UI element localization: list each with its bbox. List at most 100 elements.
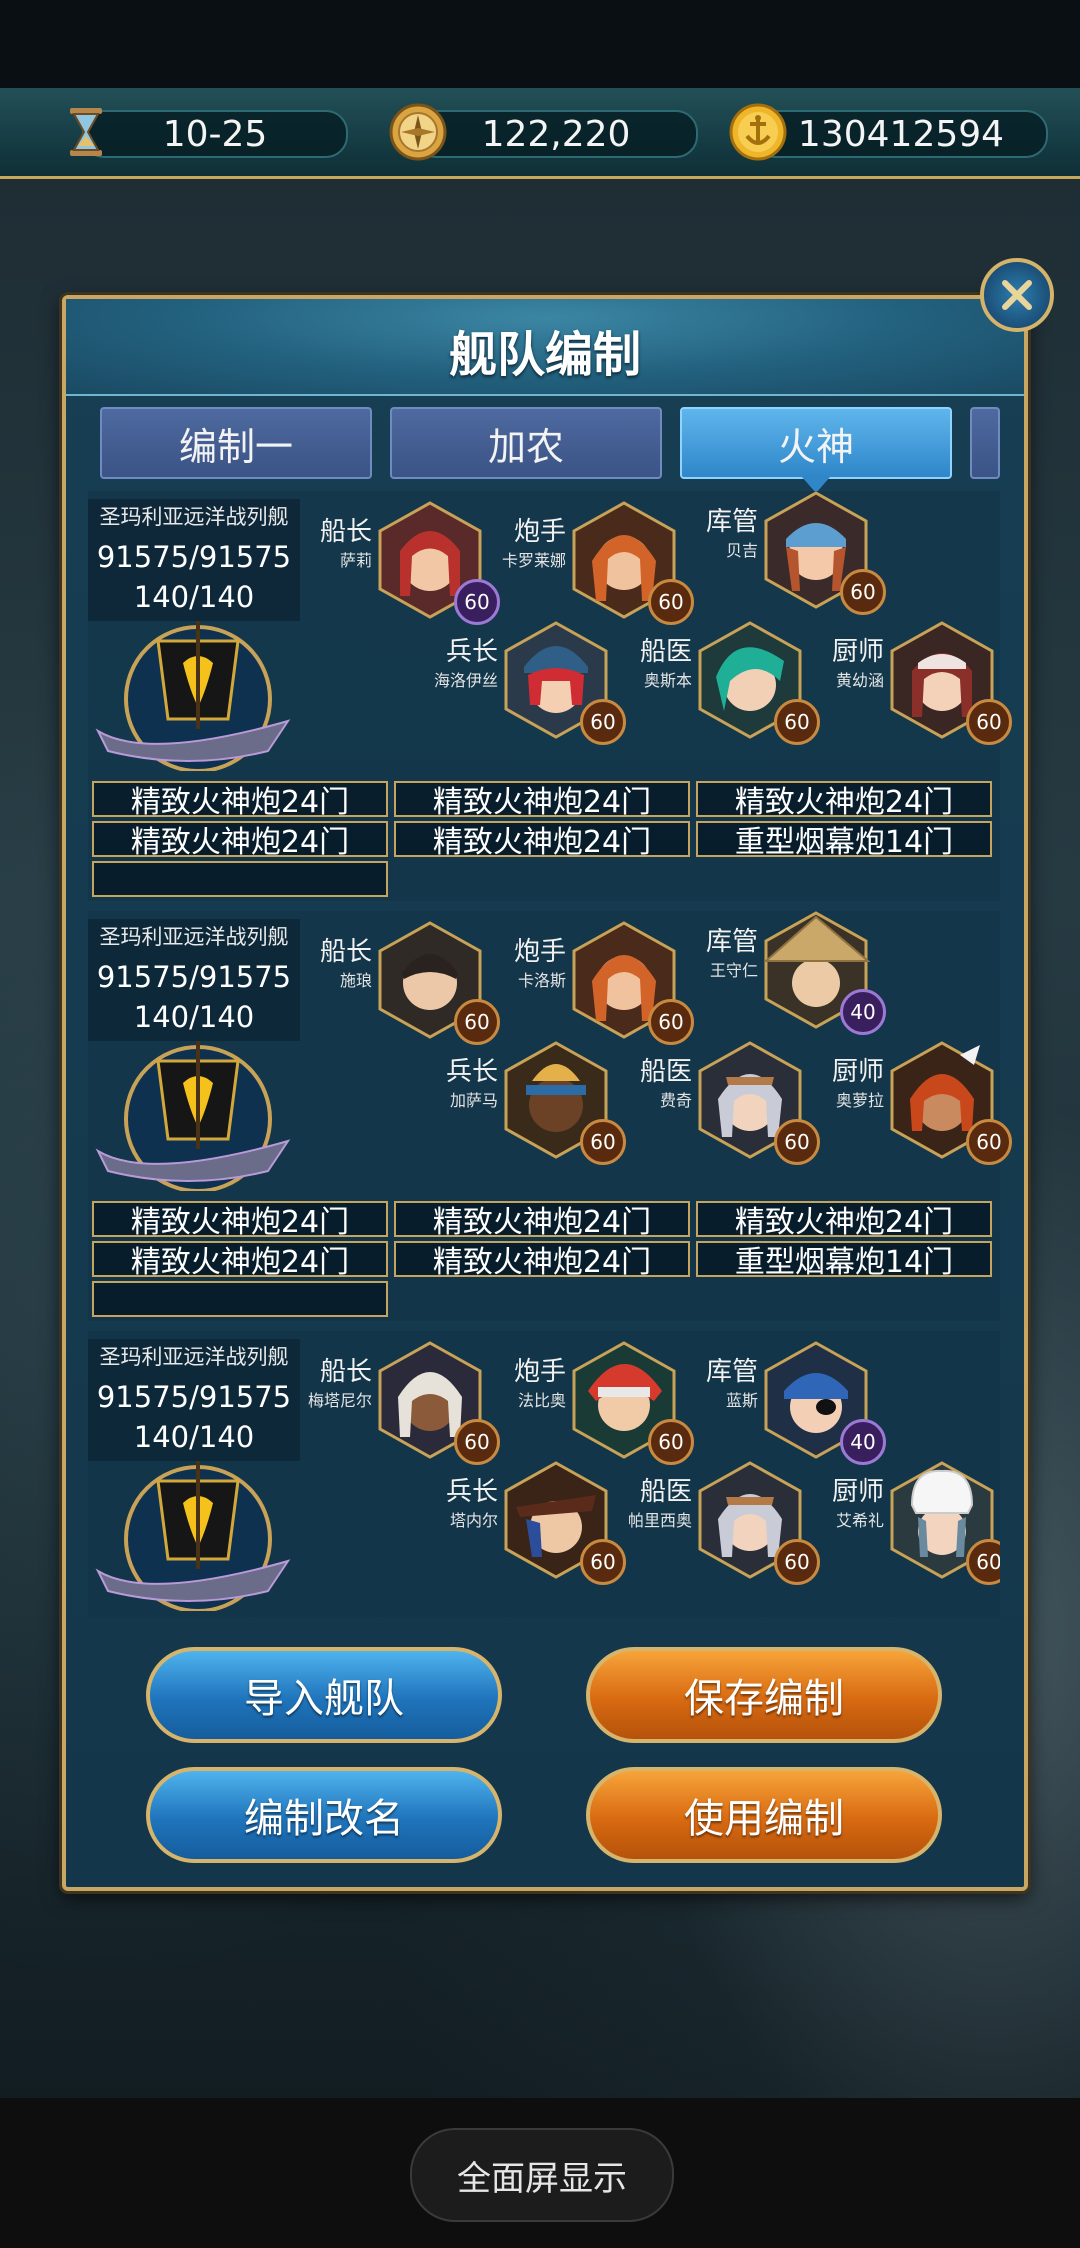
officer-level-badge: 60: [454, 1419, 500, 1465]
officer-name: 帕里西奥: [628, 1511, 693, 1530]
officer-role: 船医: [639, 1477, 692, 1507]
cannon-slot[interactable]: 精致火神炮24门: [696, 1201, 992, 1240]
ship-galleon-icon[interactable]: [88, 611, 308, 771]
hourglass-icon: [70, 108, 102, 156]
ship-info: 圣玛利亚远洋战列舰 91575/91575 140/140: [88, 1339, 300, 1461]
officer-level-badge: 60: [580, 1539, 626, 1585]
officer-level-badge: 60: [648, 579, 694, 625]
officer-quartermaster[interactable]: 库管 贝吉 60: [704, 491, 894, 615]
cannon-slot[interactable]: 精致火神炮24门: [92, 1241, 388, 1280]
tab-cannon[interactable]: 加农: [390, 407, 662, 479]
officer-role: 兵长: [445, 637, 498, 667]
officer-role: 厨师: [831, 1057, 884, 1087]
officer-role: 库管: [705, 1357, 758, 1387]
cannon-slot[interactable]: 精致火神炮24门: [394, 781, 690, 820]
officer-gunner[interactable]: 炮手 卡罗莱娜 60: [502, 501, 702, 625]
tab-label: 火神: [777, 424, 854, 469]
officer-role: 船长: [319, 517, 372, 547]
panel-title: 舰队编制: [448, 327, 641, 383]
ship-durability: 91575/91575: [96, 540, 292, 574]
officer-sergeant[interactable]: 兵长 塔内尔 60: [444, 1461, 634, 1585]
resource-compass: 122,220: [388, 102, 698, 161]
officer-level-badge: 60: [840, 569, 886, 615]
tab-vulcan[interactable]: 火神: [680, 407, 952, 493]
officer-role: 兵长: [445, 1057, 498, 1087]
cannon-slot[interactable]: 精致火神炮24门: [394, 1241, 690, 1280]
ship-info: 圣玛利亚远洋战列舰 91575/91575 140/140: [88, 499, 300, 621]
officer-quartermaster[interactable]: 库管 蓝斯 40: [704, 1341, 894, 1465]
officer-level-badge: 60: [454, 999, 500, 1045]
officer-cook[interactable]: 厨师 艾希礼 60: [830, 1461, 1000, 1585]
officer-level-badge: 60: [580, 699, 626, 745]
officer-name: 黄幼涵: [835, 671, 884, 690]
officer-gunner[interactable]: 炮手 卡洛斯 60: [512, 921, 702, 1045]
officer-role: 炮手: [513, 937, 566, 967]
cannon-slot[interactable]: 精致火神炮24门: [92, 1201, 388, 1240]
officer-level-badge: 40: [840, 1419, 886, 1465]
officer-cook[interactable]: 厨师 黄幼涵 60: [830, 621, 1020, 745]
cannon-slot[interactable]: 精致火神炮24门: [92, 781, 388, 820]
cannon-slot[interactable]: 重型烟幕炮14门: [696, 821, 992, 860]
ship-durability: 91575/91575: [96, 1380, 292, 1414]
cannon-slot-empty[interactable]: [92, 861, 388, 897]
officer-name: 奥斯本: [643, 671, 692, 690]
officer-level-badge: 60: [580, 1119, 626, 1165]
cannon-slot[interactable]: 重型烟幕炮14门: [696, 1241, 992, 1280]
fleet-slot-1[interactable]: 圣玛利亚远洋战列舰 91575/91575 140/140 船长 萨莉 60 炮…: [88, 491, 1012, 901]
officer-level-badge: 60: [774, 1539, 820, 1585]
import-fleet-button[interactable]: 导入舰队: [146, 1647, 502, 1743]
officer-role: 厨师: [831, 1477, 884, 1507]
gold-anchor-coin-icon: [729, 103, 787, 161]
fleet-slot-2[interactable]: 圣玛利亚远洋战列舰 91575/91575 140/140 船长 施琅 60 炮…: [88, 911, 1012, 1321]
tab-next-partial[interactable]: [970, 407, 1000, 479]
officer-sergeant[interactable]: 兵长 加萨马 60: [444, 1041, 634, 1165]
compass-icon: [389, 103, 447, 161]
tab-formation-1[interactable]: 编制一: [100, 407, 372, 479]
officer-level-badge: 60: [966, 699, 1012, 745]
officer-gunner[interactable]: 炮手 法比奥 60: [512, 1341, 702, 1465]
officer-captain[interactable]: 船长 梅塔尼尔 60: [308, 1341, 508, 1465]
button-label: 使用编制: [684, 1796, 844, 1842]
fleet-formation-panel: 舰队编制 编制一 加农 火神 圣玛利亚远洋战列舰 91575/91575 140…: [62, 295, 1028, 1891]
officer-name: 费奇: [659, 1091, 692, 1110]
cannon-slot[interactable]: 精致火神炮24门: [696, 781, 992, 820]
officer-name: 施琅: [339, 971, 372, 990]
officer-role: 船长: [319, 1357, 372, 1387]
officer-captain[interactable]: 船长 萨莉 60: [318, 501, 508, 625]
officer-surgeon[interactable]: 船医 费奇 60: [638, 1041, 828, 1165]
resource-time-value: 10-25: [82, 110, 348, 158]
use-formation-button[interactable]: 使用编制: [586, 1767, 942, 1863]
fleet-slot-3[interactable]: 圣玛利亚远洋战列舰 91575/91575 140/140 船长 梅塔尼尔 60…: [88, 1331, 1000, 1617]
cannon-slot[interactable]: 精致火神炮24门: [92, 821, 388, 860]
ship-name: 圣玛利亚远洋战列舰: [99, 505, 289, 529]
cannon-slot[interactable]: 精致火神炮24门: [394, 1201, 690, 1240]
officer-level-badge: 60: [648, 999, 694, 1045]
officer-surgeon[interactable]: 船医 奥斯本 60: [638, 621, 828, 745]
officer-level-badge: 60: [648, 1419, 694, 1465]
officer-captain[interactable]: 船长 施琅 60: [318, 921, 508, 1045]
officer-role: 炮手: [513, 517, 566, 547]
close-button[interactable]: [980, 258, 1054, 332]
officer-role: 兵长: [445, 1477, 498, 1507]
officer-cook[interactable]: 厨师 奥萝拉 60: [830, 1041, 1020, 1165]
ship-durability: 91575/91575: [96, 960, 292, 994]
officer-role: 厨师: [831, 637, 884, 667]
fullscreen-display-button[interactable]: 全面屏显示: [410, 2128, 674, 2222]
officer-surgeon[interactable]: 船医 帕里西奥 60: [628, 1461, 828, 1585]
tab-label: 加农: [487, 424, 564, 469]
save-formation-button[interactable]: 保存编制: [586, 1647, 942, 1743]
cannon-slot-empty[interactable]: [92, 1281, 388, 1317]
officer-role: 炮手: [513, 1357, 566, 1387]
resource-compass-value: 122,220: [414, 110, 698, 158]
cannon-slot[interactable]: 精致火神炮24门: [394, 821, 690, 860]
rename-formation-button[interactable]: 编制改名: [146, 1767, 502, 1863]
ship-galleon-icon[interactable]: [88, 1031, 308, 1191]
officer-name: 奥萝拉: [835, 1091, 884, 1110]
officer-name: 卡洛斯: [517, 971, 566, 990]
ship-name: 圣玛利亚远洋战列舰: [99, 1345, 289, 1369]
officer-name: 贝吉: [725, 541, 758, 560]
officer-quartermaster[interactable]: 库管 王守仁 40: [704, 911, 894, 1035]
officer-level-badge: 60: [966, 1119, 1012, 1165]
ship-galleon-icon[interactable]: [88, 1451, 308, 1611]
officer-sergeant[interactable]: 兵长 海洛伊丝 60: [434, 621, 634, 745]
